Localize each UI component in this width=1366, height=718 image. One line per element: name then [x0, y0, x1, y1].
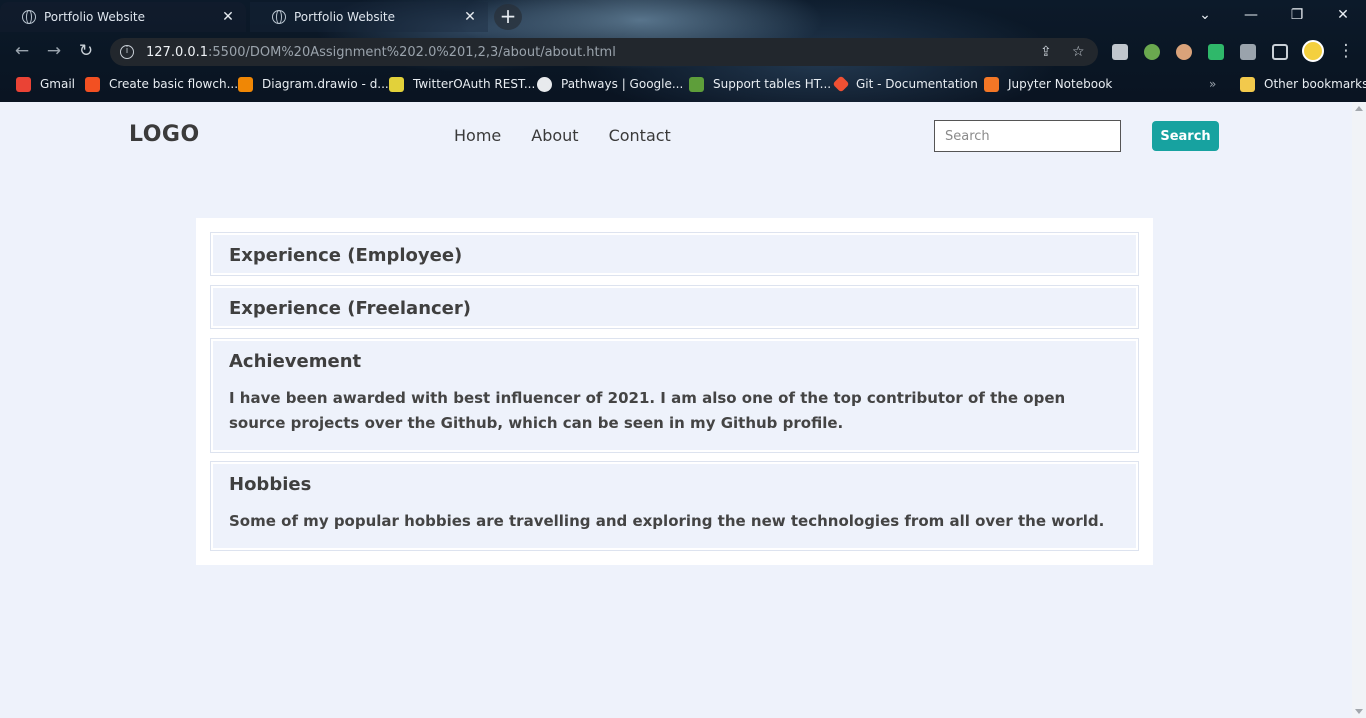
globe-icon	[22, 10, 36, 24]
search-input[interactable]	[934, 120, 1121, 152]
address-url: 127.0.0.1:5500/DOM%20Assignment%202.0%20…	[146, 44, 616, 60]
globe-icon	[272, 10, 286, 24]
browser-chrome: Portfolio Website ✕ Portfolio Website ✕ …	[0, 0, 1366, 102]
forward-arrow-icon[interactable]: →	[42, 40, 66, 64]
tree-extension-icon[interactable]	[1144, 44, 1160, 60]
bookmark-support-tables[interactable]: Support tables HT...	[689, 75, 831, 93]
page-scrollbar[interactable]	[1352, 102, 1366, 718]
side-panel-icon[interactable]	[1272, 44, 1288, 60]
restore-button[interactable]: ❐	[1274, 4, 1320, 28]
bookmarks-overflow-icon[interactable]: »	[1209, 75, 1216, 93]
section-experience-employee[interactable]: Experience (Employee)	[210, 232, 1139, 276]
minimize-button[interactable]: —	[1228, 4, 1274, 28]
bookmark-jupyter[interactable]: Jupyter Notebook	[984, 75, 1112, 93]
window-close-button[interactable]: ✕	[1320, 4, 1366, 28]
section-title: Hobbies	[229, 474, 312, 495]
tab-title: Portfolio Website	[294, 10, 396, 24]
other-bookmarks[interactable]: Other bookmarks	[1240, 75, 1366, 93]
section-experience-freelancer[interactable]: Experience (Freelancer)	[210, 285, 1139, 329]
about-accordion: Experience (Employee) Experience (Freela…	[196, 218, 1153, 565]
folder-icon	[1240, 76, 1255, 92]
shield-extension-icon[interactable]	[1208, 44, 1224, 60]
face-extension-icon[interactable]	[1176, 44, 1192, 60]
search-button[interactable]: Search	[1152, 121, 1219, 151]
nav-about-link[interactable]: About	[531, 126, 578, 145]
bookmarks-bar: Gmail Create basic flowch... Diagram.dra…	[0, 72, 1366, 96]
git-icon	[832, 75, 850, 93]
bookmark-twitteroauth[interactable]: TwitterOAuth REST...	[389, 75, 535, 93]
bookmark-drawio[interactable]: Diagram.drawio - d...	[238, 75, 389, 93]
bookmark-git-docs[interactable]: Git - Documentation	[832, 75, 978, 93]
bookmark-gmail[interactable]: Gmail	[16, 75, 75, 93]
tab-title: Portfolio Website	[44, 10, 146, 24]
notebook-icon	[984, 76, 999, 92]
google-icon	[537, 76, 552, 92]
section-body: I have been awarded with best influencer…	[229, 389, 1066, 432]
site-logo[interactable]: LOGO	[129, 122, 200, 147]
menu-dots-icon[interactable]: ⋮	[1334, 40, 1358, 64]
section-achievement[interactable]: Achievement I have been awarded with bes…	[210, 338, 1139, 453]
caniuse-icon	[689, 76, 704, 92]
section-title: Experience (Employee)	[229, 245, 463, 266]
profile-avatar[interactable]	[1302, 40, 1324, 62]
back-arrow-icon[interactable]: ←	[10, 40, 34, 64]
scroll-down-arrow-icon[interactable]	[1355, 709, 1363, 714]
bookmark-flowchart[interactable]: Create basic flowch...	[85, 75, 238, 93]
tab-strip: Portfolio Website ✕ Portfolio Website ✕ …	[0, 0, 1366, 34]
microsoft-icon	[85, 76, 100, 92]
browser-tab[interactable]: Portfolio Website ✕	[0, 2, 246, 32]
bookmark-pathways[interactable]: Pathways | Google...	[537, 75, 683, 93]
bookmark-star-icon[interactable]: ☆	[1072, 44, 1085, 60]
section-title: Achievement	[229, 351, 362, 372]
new-tab-button[interactable]: +	[494, 4, 522, 30]
extensions-puzzle-icon[interactable]	[1240, 44, 1256, 60]
address-bar[interactable]: i 127.0.0.1:5500/DOM%20Assignment%202.0%…	[110, 38, 1098, 66]
nav-home-link[interactable]: Home	[454, 126, 501, 145]
tab-close-icon[interactable]: ✕	[220, 9, 236, 25]
tab-search-icon[interactable]: ⌄	[1182, 4, 1228, 28]
gmail-icon	[16, 76, 31, 92]
section-title: Experience (Freelancer)	[229, 298, 471, 319]
section-body: Some of my popular hobbies are travellin…	[229, 512, 1105, 530]
page-content: LOGO Home About Contact Search Experienc…	[0, 102, 1366, 718]
tab-close-icon[interactable]: ✕	[462, 9, 478, 25]
reload-icon[interactable]: ↻	[74, 40, 98, 64]
drawio-icon	[238, 76, 253, 92]
share-icon[interactable]: ⇪	[1040, 44, 1052, 60]
camera-extension-icon[interactable]	[1112, 44, 1128, 60]
twitteroauth-icon	[389, 76, 404, 92]
main-nav: Home About Contact	[454, 126, 671, 145]
browser-toolbar: ← → ↻ i 127.0.0.1:5500/DOM%20Assignment%…	[0, 34, 1366, 70]
site-info-icon[interactable]: i	[120, 45, 134, 59]
nav-contact-link[interactable]: Contact	[609, 126, 671, 145]
section-hobbies[interactable]: Hobbies Some of my popular hobbies are t…	[210, 461, 1139, 551]
browser-tab-active[interactable]: Portfolio Website ✕	[250, 2, 488, 32]
scroll-up-arrow-icon[interactable]	[1355, 106, 1363, 111]
